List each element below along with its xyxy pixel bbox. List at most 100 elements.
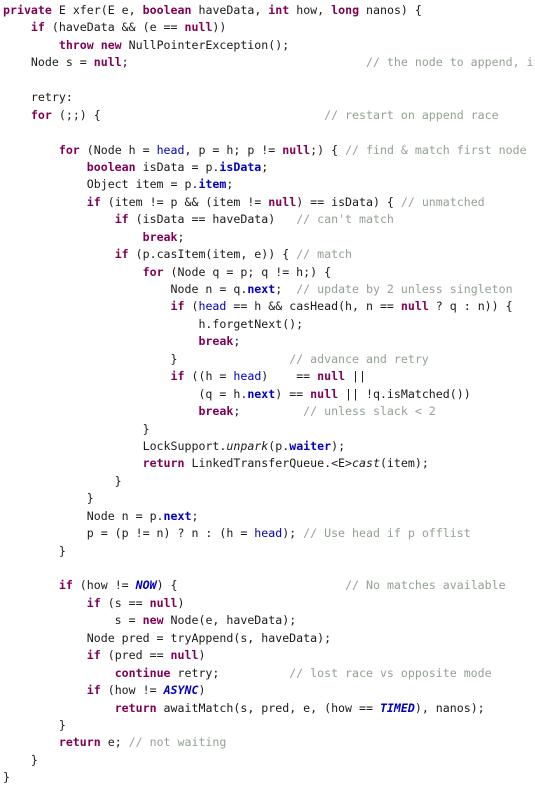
code-token-fld: next: [247, 386, 276, 401]
code-token-pl: ;: [191, 508, 199, 523]
code-token-pl: Node n = p.: [3, 508, 164, 523]
code-token-pl: ): [198, 648, 206, 663]
code-token-fld: item: [198, 177, 227, 192]
code-token-pl: (: [184, 299, 199, 314]
code-token-pl: nanos) {: [359, 3, 422, 17]
code-token-kw: break: [198, 404, 234, 419]
code-token-fldp: head: [198, 299, 227, 314]
code-token-cm: // not waiting: [128, 735, 227, 750]
code-token-pl: ), nanos);: [414, 700, 485, 715]
code-token-pl: ;: [233, 334, 241, 349]
code-token-kw: boolean: [142, 3, 192, 17]
code-token-pl: ((h =: [184, 369, 234, 384]
code-line: if (pred == null): [3, 647, 535, 664]
code-line: } // advance and retry: [3, 351, 535, 368]
code-token-pl: ? q : n)) {: [428, 299, 513, 314]
code-token-pl: Node n = q.: [3, 282, 248, 296]
code-token-pl: (isData == haveData): [128, 212, 297, 227]
code-token-pl: }: [3, 473, 122, 488]
code-line: return LinkedTransferQueue.<E>cast(item)…: [3, 455, 535, 472]
code-token-pl: (haveData && (e ==: [44, 20, 185, 35]
code-token-sfld: ASYNC: [163, 683, 199, 698]
code-token-pl: (;;) {: [51, 107, 325, 122]
code-token-pl: ;: [261, 159, 269, 174]
code-line: if (item != p && (item != null) == isDat…: [3, 194, 535, 211]
code-token-pl: awaitMatch(s, pred, e, (how ==: [156, 700, 380, 715]
code-line: continue retry; // lost race vs opposite…: [3, 665, 535, 682]
code-line: Node n = q.next; // update by 2 unless s…: [3, 281, 535, 298]
code-token-kw: if: [170, 299, 185, 314]
code-token-fld: isData: [219, 159, 262, 174]
code-token-kw: if: [114, 247, 129, 262]
code-token-pl: isData = p.: [135, 159, 220, 174]
code-line: h.forgetNext();: [3, 316, 535, 333]
code-line: }: [3, 473, 535, 490]
code-line: for (Node h = head, p = h; p != null;) {…: [3, 142, 535, 159]
code-line: p = (p != n) ? n : (h = head); // Use he…: [3, 525, 535, 542]
code-token-pl: }: [3, 543, 66, 558]
code-token-pl: ): [177, 595, 185, 610]
code-line: LockSupport.unpark(p.waiter);: [3, 438, 535, 455]
code-token-kw: if: [170, 369, 185, 384]
code-token-pl: LockSupport.: [3, 438, 227, 453]
code-token-fldp: head: [233, 369, 262, 384]
code-token-cm: // unless slack < 2: [303, 404, 436, 419]
code-token-kw: break: [142, 229, 178, 244]
code-token-pl: );: [282, 526, 304, 541]
code-line: if (head == h && casHead(h, n == null ? …: [3, 298, 535, 315]
code-line: }: [3, 421, 535, 438]
code-token-pl: }: [3, 351, 290, 366]
code-token-pl: }: [3, 717, 66, 732]
code-token-pl: || !q.isMatched()): [338, 386, 471, 401]
code-token-pl: ;: [226, 177, 234, 192]
code-token-kw: null: [170, 648, 199, 663]
code-token-pl: (s ==: [100, 595, 150, 610]
code-token-pl: LinkedTransferQueue.<E>: [184, 456, 353, 471]
code-line: Node pred = tryAppend(s, haveData);: [3, 630, 535, 647]
code-token-cm: // lost race vs opposite mode: [289, 665, 492, 680]
code-token-cm: // restart on append race: [324, 107, 499, 122]
code-line: for (Node q = p; q != h;) {: [3, 264, 535, 281]
code-line: for (;;) { // restart on append race: [3, 107, 535, 124]
code-token-kw: null: [400, 299, 429, 314]
code-token-cm: // unmatched: [400, 194, 485, 209]
code-token-kw: int: [268, 3, 290, 17]
code-line: if (s == null): [3, 595, 535, 612]
code-token-kw: long: [331, 3, 360, 17]
code-line: }: [3, 752, 535, 769]
code-token-kw: if: [86, 648, 101, 663]
code-token-pl: h.forgetNext();: [3, 316, 304, 331]
code-token-pl: haveData,: [191, 3, 269, 17]
code-token-pl: }: [3, 491, 94, 506]
code-line: Node n = p.next;: [3, 508, 535, 525]
code-token-pl: , p = h; p !=: [184, 142, 283, 157]
code-token-kw: for: [58, 142, 80, 157]
code-token-fld: next: [163, 508, 192, 523]
code-token-kw: if: [86, 595, 101, 610]
code-token-pl: (q = h.: [3, 386, 248, 401]
code-line: if (haveData && (e == null)): [3, 19, 535, 36]
code-listing[interactable]: private E xfer(E e, boolean haveData, in…: [0, 0, 535, 787]
code-token-pl: ) ==: [261, 369, 318, 384]
code-token-kw: if: [30, 20, 45, 35]
code-line: Node s = null; // the node to append, if…: [3, 54, 535, 71]
code-token-pl: retry;: [170, 665, 290, 680]
code-token-pl: e;: [100, 735, 129, 750]
